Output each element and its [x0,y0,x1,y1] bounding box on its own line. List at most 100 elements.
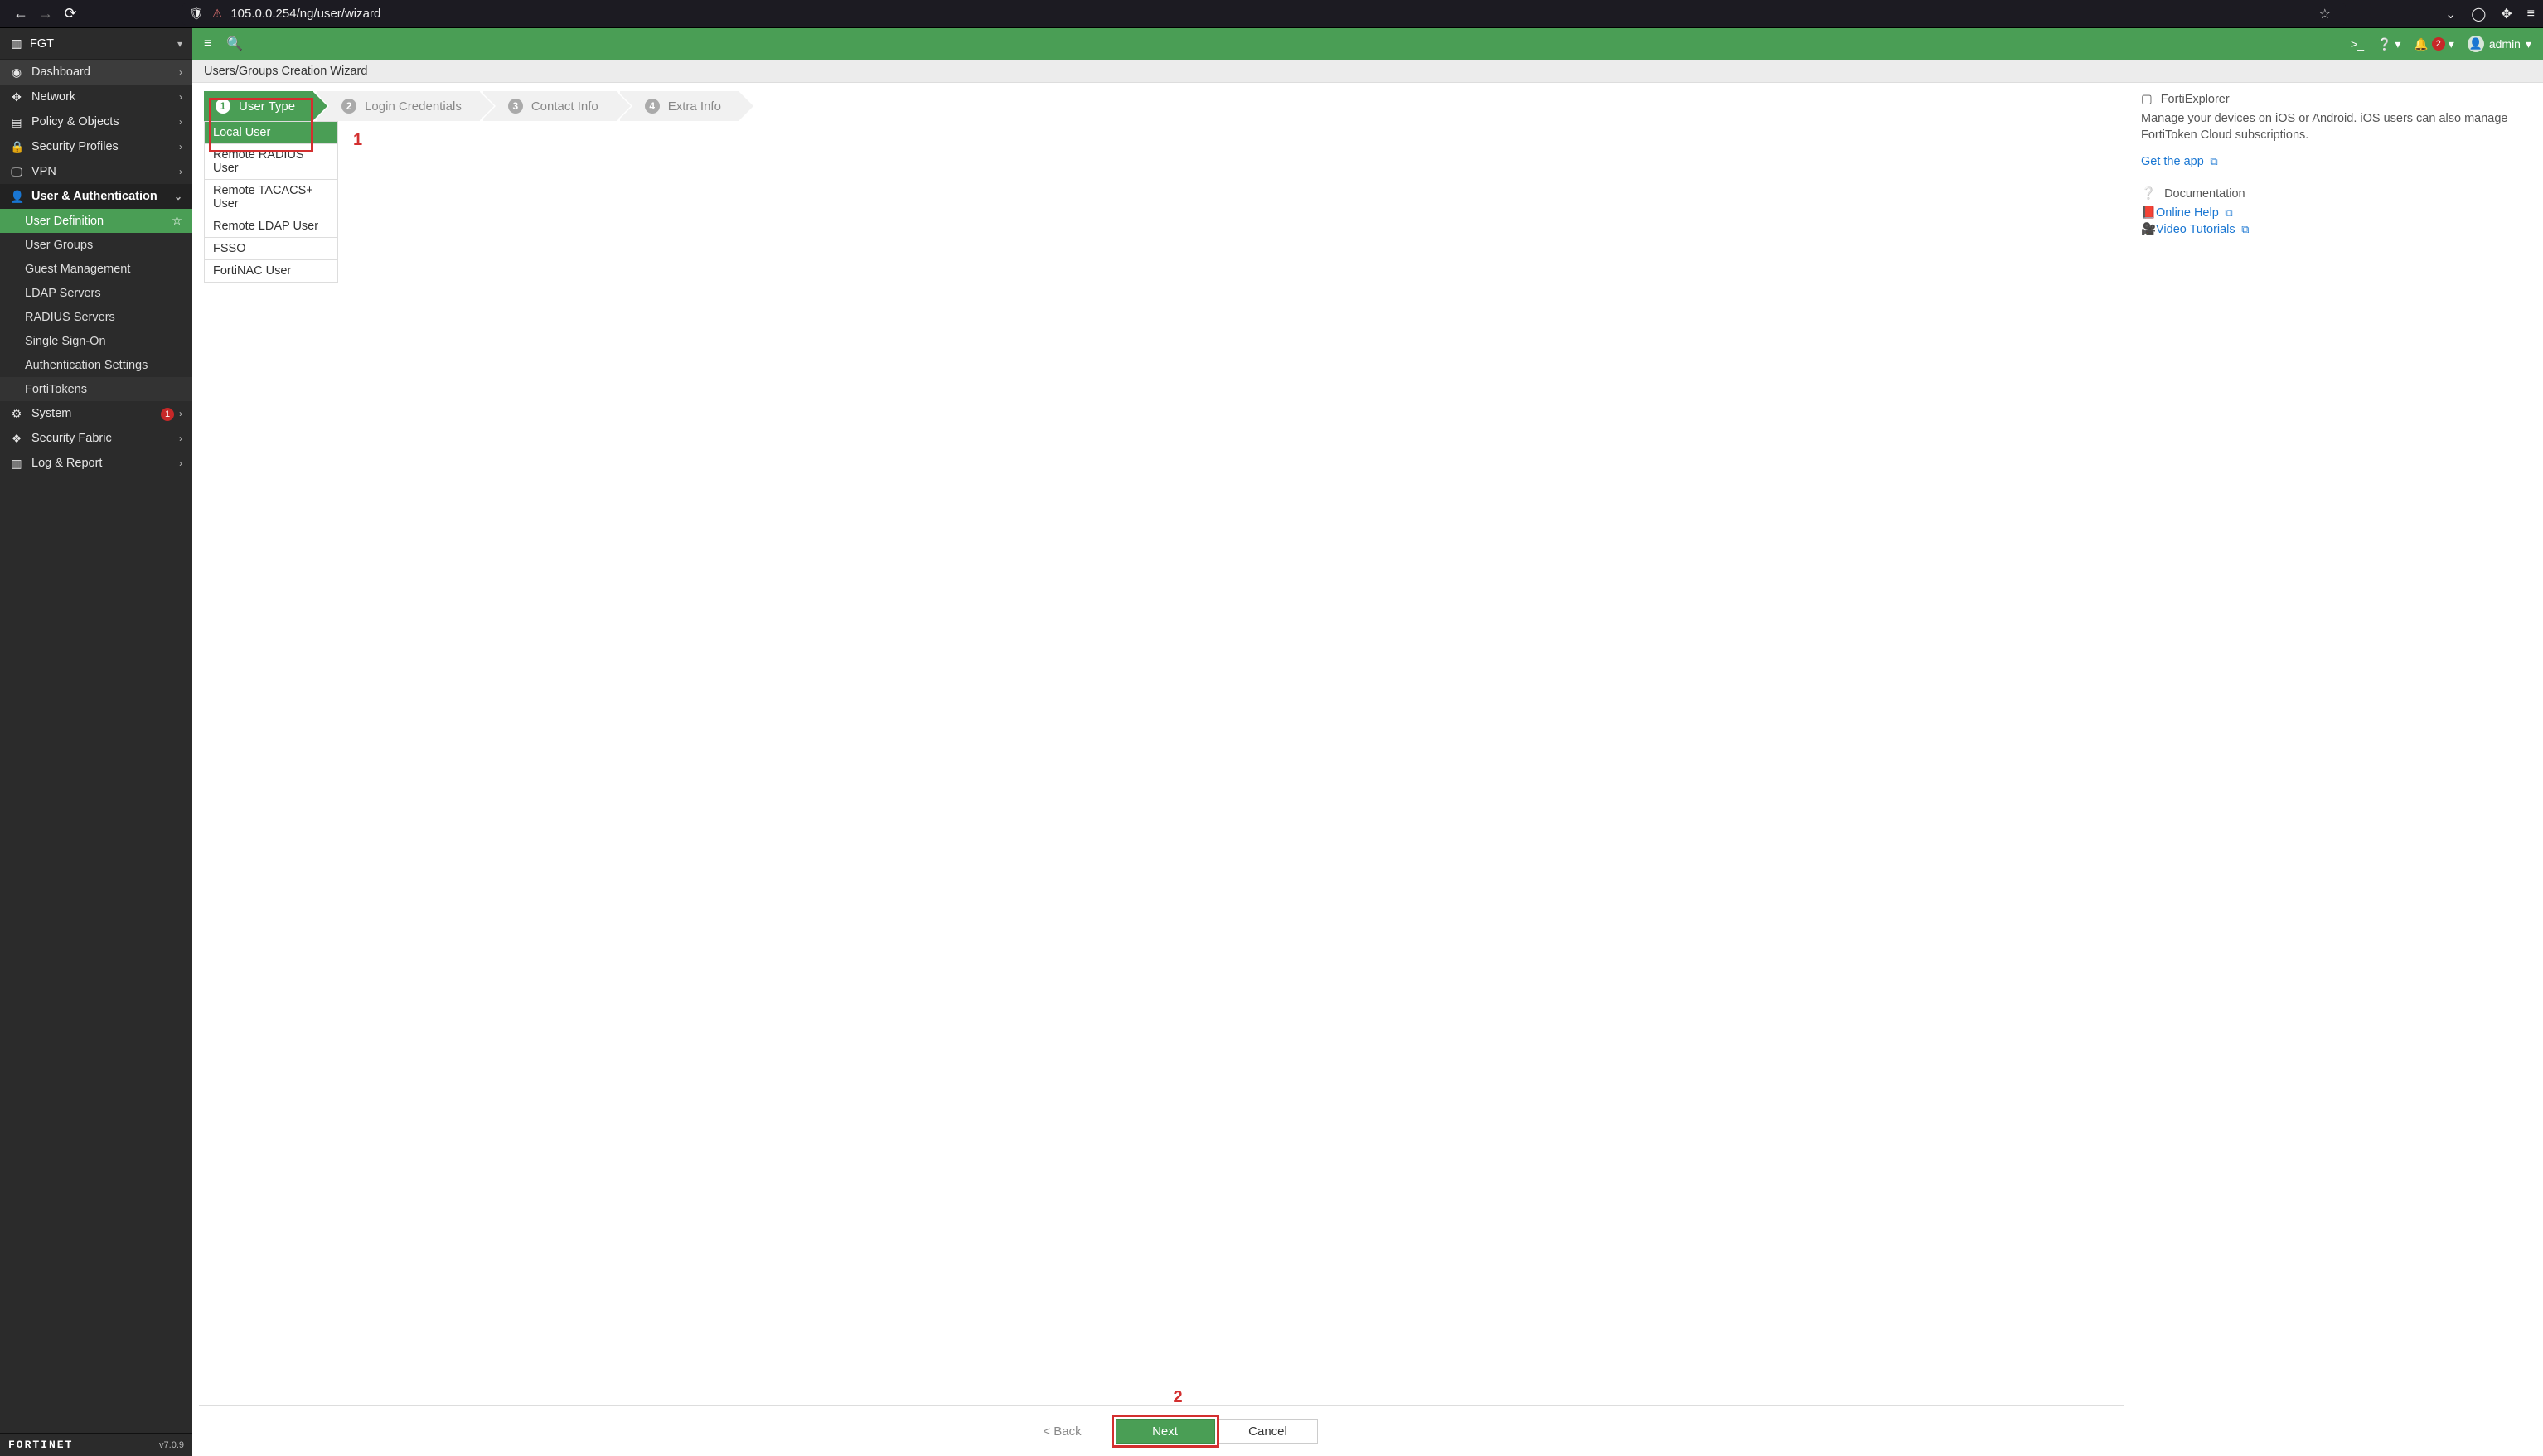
main-area: ≡ 🔍 >_ ❔ ▾ 🔔 2 ▾ 👤 admin ▾ Users/Groups [192,28,2543,1456]
back-button[interactable]: < Back [1013,1419,1112,1444]
sidebar-sub-guest-mgmt[interactable]: Guest Management [0,257,192,281]
option-local-user[interactable]: Local User [204,121,338,144]
chevron-down-icon: ▾ [2526,37,2531,51]
option-remote-tacacs[interactable]: Remote TACACS+ User [204,180,338,215]
chevron-right-icon: › [179,166,182,177]
chevron-right-icon: › [179,408,182,419]
chevron-right-icon: › [179,66,182,78]
sidebar-sub-ldap-servers[interactable]: LDAP Servers [0,281,192,305]
external-link-icon: ⧉ [2207,155,2218,167]
browser-url-bar[interactable]: 🛡 ⚠ 105.0.0.254/ng/user/wizard ☆ [182,3,2346,25]
network-icon: ✥ [10,90,23,104]
sidebar-item-dashboard[interactable]: ◉Dashboard › [0,60,192,85]
sidebar-sub-fortitokens[interactable]: FortiTokens [0,377,192,401]
user-type-options: Local User Remote RADIUS User Remote TAC… [204,121,338,283]
notifications-button[interactable]: 🔔 2 ▾ [2414,37,2453,51]
menu-icon[interactable]: ≡ [2527,7,2535,22]
sidebar-sub-user-groups[interactable]: User Groups [0,233,192,257]
version-label: v7.0.9 [159,1440,184,1450]
wizard-step-extra-info[interactable]: 4Extra Info [620,91,739,121]
wizard-step-contact-info[interactable]: 3Contact Info [483,91,617,121]
account-icon[interactable]: ◯ [2471,6,2486,22]
fortiexplorer-desc: Manage your devices on iOS or Android. i… [2141,111,2535,143]
chevron-down-icon: ⌄ [174,191,182,202]
sidebar-item-security-profiles[interactable]: 🔒Security Profiles › [0,134,192,159]
sidebar-item-user-auth[interactable]: 👤User & Authentication ⌄ [0,184,192,209]
sidebar-sub-user-definition[interactable]: User Definition ☆ [0,209,192,233]
sidebar-item-network[interactable]: ✥Network › [0,85,192,109]
chevron-down-icon: ▾ [2449,37,2454,51]
wizard-steps: 1User Type 2Login Credentials 3Contact I… [204,91,2124,121]
bookmark-star-icon[interactable]: ☆ [2319,6,2331,22]
sidebar-item-log-report[interactable]: ▥Log & Report › [0,451,192,476]
chevron-right-icon: › [179,91,182,103]
sidebar-item-system[interactable]: ⚙System 1› [0,401,192,426]
browser-forward-icon[interactable]: → [33,5,58,22]
chevron-right-icon: › [179,141,182,152]
pocket-icon[interactable]: ⌄ [2445,6,2456,22]
vpn-icon: 🖵 [10,165,23,179]
online-help-link[interactable]: Online Help ⧉ [2156,206,2233,220]
policy-icon: ▤ [10,115,23,129]
wizard-step-user-type[interactable]: 1User Type [204,91,313,121]
username-label: admin [2489,37,2521,51]
option-remote-radius[interactable]: Remote RADIUS User [204,144,338,180]
chevron-right-icon: › [179,116,182,128]
chart-icon: ▥ [10,457,23,471]
phone-icon: ▢ [2141,93,2153,106]
chevron-right-icon: › [179,433,182,444]
star-icon[interactable]: ☆ [172,215,182,228]
sidebar-item-policy[interactable]: ▤Policy & Objects › [0,109,192,134]
user-menu[interactable]: 👤 admin ▾ [2468,36,2531,52]
dashboard-icon: ◉ [10,65,23,80]
get-the-app-link[interactable]: Get the app ⧉ [2141,155,2218,168]
option-remote-ldap[interactable]: Remote LDAP User [204,215,338,238]
wizard-step-login-credentials[interactable]: 2Login Credentials [317,91,480,121]
breadcrumb-text: Users/Groups Creation Wizard [204,65,367,78]
avatar-icon: 👤 [2468,36,2484,52]
insecure-lock-icon[interactable]: ⚠ [212,7,223,21]
cancel-button[interactable]: Cancel [1218,1419,1318,1444]
hamburger-menu-icon[interactable]: ≡ [204,36,211,51]
top-green-bar: ≡ 🔍 >_ ❔ ▾ 🔔 2 ▾ 👤 admin ▾ [192,28,2543,60]
browser-toolbar: ← → ⟳ 🛡 ⚠ 105.0.0.254/ng/user/wizard ☆ ⌄… [0,0,2543,28]
chevron-down-icon: ▾ [177,38,182,50]
sidebar: ▥FGT ▾ ◉Dashboard › ✥Network › ▤Policy &… [0,28,192,1456]
external-link-icon: ⧉ [2222,206,2233,219]
device-icon: ▥ [10,36,23,51]
tracking-shield-icon[interactable]: 🛡 [189,7,204,21]
video-tutorials-link[interactable]: Video Tutorials ⧉ [2156,223,2250,236]
fortiexplorer-heading: ▢ FortiExplorer [2141,93,2535,106]
sidebar-footer: FORTINET v7.0.9 [0,1433,192,1456]
breadcrumb: Users/Groups Creation Wizard [192,60,2543,83]
chevron-right-icon: › [179,457,182,469]
option-fsso[interactable]: FSSO [204,238,338,260]
right-info-panel: ▢ FortiExplorer Manage your devices on i… [2133,83,2543,1456]
wizard-footer: 2 < Back Next Cancel [204,1406,2126,1456]
next-button[interactable]: Next [1116,1419,1215,1444]
cli-icon[interactable]: >_ [2351,37,2364,51]
video-icon: 🎥 [2141,222,2156,236]
external-link-icon: ⧉ [2239,223,2250,235]
sidebar-sub-sso[interactable]: Single Sign-On [0,329,192,353]
browser-back-icon[interactable]: ← [8,5,33,22]
system-badge: 1 [161,408,174,421]
user-icon: 👤 [10,190,23,204]
browser-reload-icon[interactable]: ⟳ [58,5,83,22]
fabric-icon: ❖ [10,432,23,446]
help-icon[interactable]: ❔ ▾ [2377,37,2400,51]
sidebar-sub-radius-servers[interactable]: RADIUS Servers [0,305,192,329]
browser-url-text: 105.0.0.254/ng/user/wizard [230,7,2318,21]
search-icon[interactable]: 🔍 [226,36,243,52]
notification-count: 2 [2432,37,2445,51]
extensions-icon[interactable]: ✥ [2501,6,2512,22]
sidebar-item-vpn[interactable]: 🖵VPN › [0,159,192,184]
annotation-number-1: 1 [353,131,362,150]
documentation-heading: ❔ Documentation [2141,186,2535,201]
bell-icon: 🔔 [2414,37,2428,51]
book-icon: 📕 [2141,206,2156,220]
option-fortinac[interactable]: FortiNAC User [204,260,338,283]
sidebar-sub-auth-settings[interactable]: Authentication Settings [0,353,192,377]
sidebar-item-security-fabric[interactable]: ❖Security Fabric › [0,426,192,451]
device-selector[interactable]: ▥FGT ▾ [0,28,192,60]
